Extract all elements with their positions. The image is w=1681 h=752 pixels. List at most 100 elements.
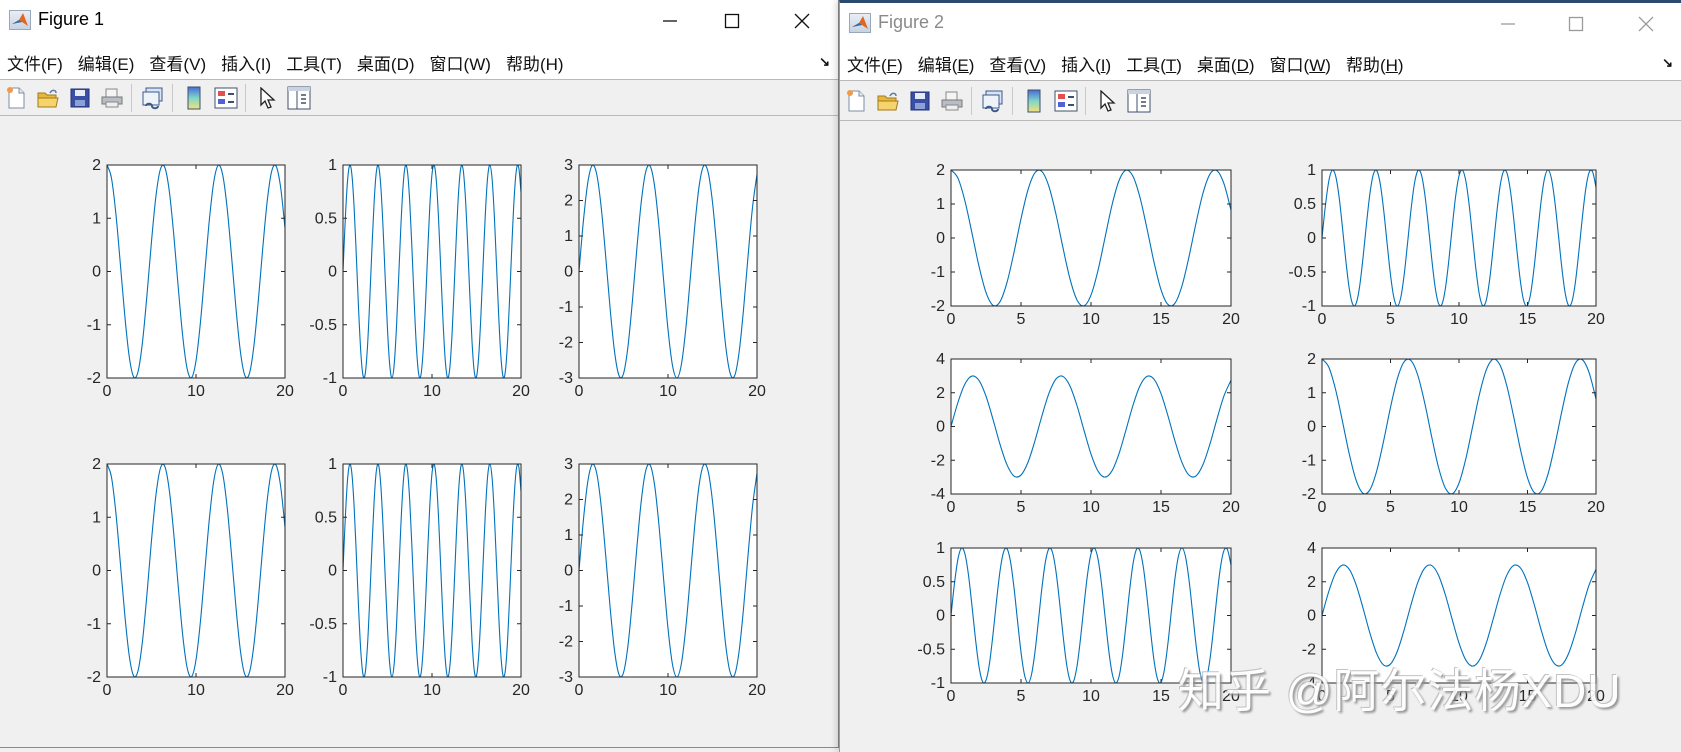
matlab-logo-icon — [849, 13, 871, 33]
y-tick-label: 0 — [936, 419, 945, 436]
matlab-logo-icon — [9, 10, 31, 30]
subplot-axes[interactable]: 0 10 20 -1 -0.5 0 0.5 1 — [309, 157, 530, 400]
menu-i[interactable]: 插入I — [221, 50, 271, 75]
menu-mnemonic: D — [1236, 56, 1249, 75]
x-tick-label: 20 — [276, 682, 294, 699]
insert-legend-icon[interactable] — [1053, 88, 1078, 113]
title-bar[interactable]: Figure 2 — [840, 3, 1681, 45]
menu-e[interactable]: 编辑 E — [918, 51, 975, 76]
y-tick-label: 0.5 — [315, 210, 337, 227]
insert-colorbar-icon[interactable] — [181, 85, 206, 110]
x-tick-label: 20 — [1222, 311, 1240, 328]
print-icon[interactable] — [939, 88, 964, 113]
x-tick-label: 10 — [1450, 311, 1468, 328]
subplot-axes[interactable]: 0 5 10 15 20 -2 -1 0 1 2 — [1302, 351, 1605, 516]
toolbar-separator — [1085, 86, 1086, 115]
menu-label: 查看 — [989, 56, 1024, 75]
maximize-button[interactable] — [1556, 7, 1596, 41]
x-tick-label: 20 — [748, 383, 766, 400]
x-tick-label: 10 — [187, 682, 205, 699]
y-tick-label: 0 — [936, 608, 945, 625]
y-tick-label: 0 — [1307, 230, 1316, 247]
x-tick-label: 15 — [1152, 499, 1170, 516]
edit-plot-pointer-icon[interactable] — [1094, 88, 1119, 113]
menu-e[interactable]: 编辑 E — [78, 50, 135, 75]
maximize-button[interactable] — [712, 4, 752, 38]
link-plot-icon[interactable] — [980, 88, 1005, 113]
minimize-button[interactable] — [1488, 7, 1528, 41]
y-tick-label: 1 — [564, 228, 573, 245]
dock-arrow-icon[interactable]: ↘ — [1662, 55, 1673, 71]
y-tick-label: 0 — [564, 563, 573, 580]
menu-d[interactable]: 桌面 D — [357, 50, 415, 75]
y-tick-label: -2 — [1302, 486, 1316, 503]
menu-w[interactable]: 窗口 W — [1270, 51, 1331, 76]
subplot-axes[interactable]: 0 5 10 15 20 -2 -1 0 1 2 — [931, 162, 1240, 328]
subplot-axes[interactable]: 0 10 20 -3 -2 -1 0 1 2 3 — [559, 456, 766, 699]
subplot-axes[interactable]: 0 5 10 15 20 -4 -2 0 2 4 — [931, 351, 1240, 516]
close-button[interactable] — [1626, 7, 1666, 41]
menu-d[interactable]: 桌面 D — [1197, 51, 1255, 76]
property-inspector-icon[interactable] — [1126, 88, 1151, 113]
y-tick-label: 2 — [92, 456, 101, 473]
subplot-axes[interactable]: 0 10 20 -2 -1 0 1 2 — [87, 157, 294, 400]
y-tick-label: -1 — [931, 675, 945, 692]
y-tick-label: -1 — [1302, 452, 1316, 469]
subplot-axes[interactable]: 0 10 20 -1 -0.5 0 0.5 1 — [309, 456, 530, 699]
insert-legend-icon[interactable] — [213, 85, 238, 110]
title-bar[interactable]: Figure 1 — [0, 0, 838, 44]
y-tick-label: 2 — [564, 492, 573, 509]
close-button[interactable] — [782, 4, 822, 38]
menu-v[interactable]: 查看 V — [989, 51, 1046, 76]
menu-mnemonic: T — [1165, 56, 1177, 75]
property-inspector-icon[interactable] — [286, 85, 311, 110]
line-chart: 0 10 20 -1 -0.5 0 0.5 1 — [309, 456, 530, 699]
y-tick-label: 4 — [936, 351, 945, 368]
x-tick-label: 0 — [947, 311, 956, 328]
new-figure-icon[interactable] — [3, 85, 28, 110]
link-plot-icon[interactable] — [140, 85, 165, 110]
save-icon[interactable] — [67, 85, 92, 110]
menu-mnemonic: F — [886, 56, 898, 75]
menu-f[interactable]: 文件 F — [7, 50, 63, 75]
y-tick-label: -3 — [559, 370, 573, 387]
line-chart: 0 10 20 -1 -0.5 0 0.5 1 — [309, 157, 530, 400]
insert-colorbar-icon[interactable] — [1021, 88, 1046, 113]
edit-plot-pointer-icon[interactable] — [254, 85, 279, 110]
menu-w[interactable]: 窗口 W — [430, 50, 491, 75]
menu-t[interactable]: 工具T — [286, 50, 342, 75]
subplot-axes[interactable]: 0 5 10 15 20 -1 -0.5 0 0.5 1 — [1288, 162, 1605, 328]
x-tick-label: 10 — [1082, 688, 1100, 705]
line-chart: 0 5 10 15 20 -4 -2 0 2 4 — [931, 351, 1240, 516]
x-tick-label: 20 — [276, 383, 294, 400]
menu-label: 查看 — [149, 55, 184, 74]
y-tick-label: -4 — [931, 486, 945, 503]
y-tick-label: -2 — [87, 669, 101, 686]
menu-label: 帮助 — [505, 55, 540, 74]
y-tick-label: 0 — [92, 563, 101, 580]
menu-h[interactable]: 帮助 H — [506, 50, 564, 75]
menu-i[interactable]: 插入I — [1061, 51, 1111, 76]
subplot-axes[interactable]: 0 10 20 -2 -1 0 1 2 — [87, 456, 294, 699]
minimize-button[interactable] — [650, 4, 690, 38]
print-icon[interactable] — [99, 85, 124, 110]
y-tick-label: 2 — [1307, 574, 1316, 591]
menu-h[interactable]: 帮助 H — [1346, 51, 1404, 76]
open-file-icon[interactable] — [875, 88, 900, 113]
menu-f[interactable]: 文件 F — [847, 51, 903, 76]
menu-label: 编辑 — [77, 55, 112, 74]
plot-background — [343, 464, 521, 677]
y-tick-label: -1 — [1302, 298, 1316, 315]
y-tick-label: 0 — [564, 264, 573, 281]
open-file-icon[interactable] — [35, 85, 60, 110]
new-figure-icon[interactable] — [843, 88, 868, 113]
plot-background — [107, 165, 285, 378]
save-icon[interactable] — [907, 88, 932, 113]
menu-t[interactable]: 工具T — [1126, 51, 1182, 76]
dock-arrow-icon[interactable]: ↘ — [819, 54, 830, 70]
y-tick-label: -0.5 — [309, 616, 337, 633]
subplot-axes[interactable]: 0 10 20 -3 -2 -1 0 1 2 3 — [559, 157, 766, 400]
y-tick-label: 1 — [936, 196, 945, 213]
menu-mnemonic: T — [325, 55, 337, 74]
menu-v[interactable]: 查看 V — [149, 50, 206, 75]
